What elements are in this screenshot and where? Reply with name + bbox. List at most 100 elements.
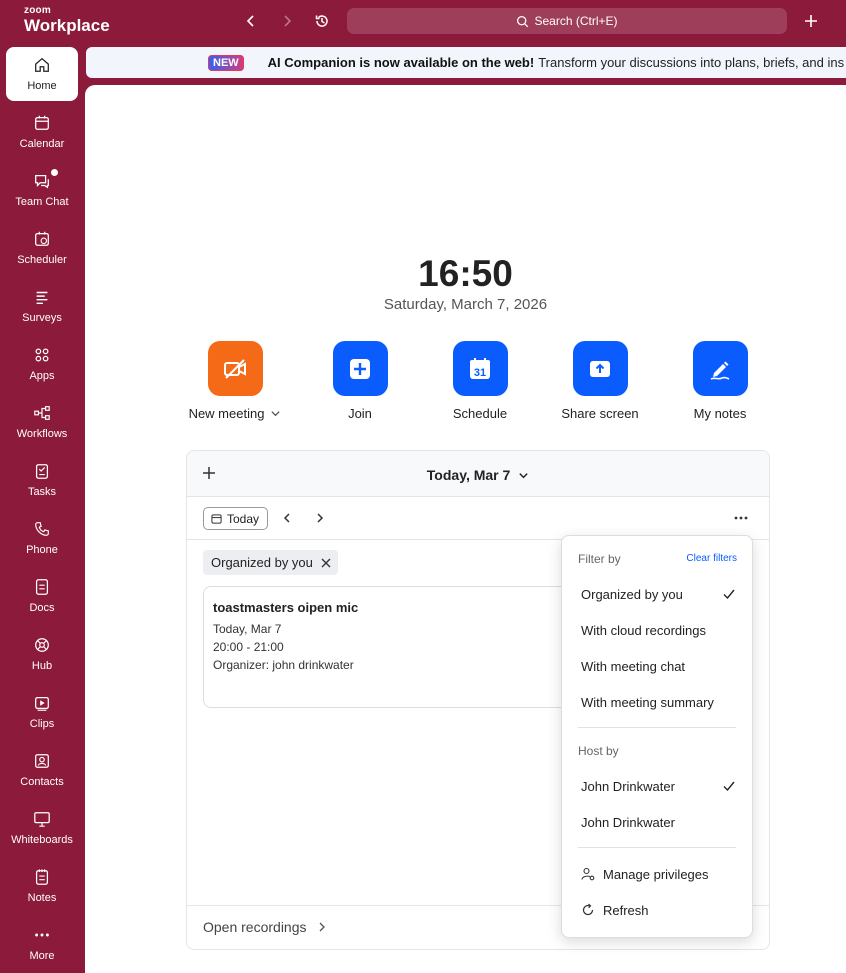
- sidebar-item-calendar[interactable]: Calendar: [6, 105, 78, 159]
- sidebar-item-notes[interactable]: Notes: [6, 859, 78, 913]
- search-bar[interactable]: Search (Ctrl+E): [347, 8, 787, 34]
- checkmark-icon: [723, 589, 735, 600]
- calendar-icon: [211, 514, 222, 524]
- sidebar-item-clips[interactable]: Clips: [6, 685, 78, 739]
- sidebar-item-hub[interactable]: Hub: [6, 627, 78, 681]
- banner-text: Transform your discussions into plans, b…: [538, 55, 845, 70]
- clear-filters-link[interactable]: Clear filters: [686, 553, 737, 564]
- workflows-icon: [34, 406, 50, 420]
- forward-button[interactable]: [277, 11, 297, 31]
- sidebar-item-whiteboards[interactable]: Whiteboards: [6, 801, 78, 855]
- host-item-label: John Drinkwater: [581, 778, 675, 794]
- plus-square-icon: [350, 358, 370, 379]
- hub-icon: [35, 638, 49, 652]
- new-tab-button[interactable]: [801, 11, 821, 31]
- chevron-down-icon[interactable]: [270, 408, 281, 419]
- join-label: Join: [348, 406, 372, 421]
- meeting-card[interactable]: toastmasters oipen mic Today, Mar 7 20:0…: [203, 586, 603, 708]
- calendar-date-icon: 31: [470, 357, 490, 379]
- today-button-label: Today: [227, 511, 260, 526]
- sidebar-item-label: Notes: [27, 892, 57, 904]
- new-meeting-button[interactable]: New meeting: [180, 341, 290, 421]
- sidebar-item-contacts[interactable]: Contacts: [6, 743, 78, 797]
- sidebar-item-label: Team Chat: [15, 196, 69, 208]
- sidebar-item-label: Docs: [29, 602, 55, 614]
- new-meeting-label: New meeting: [188, 406, 265, 421]
- notes-icon: [35, 869, 49, 885]
- filter-chip[interactable]: Organized by you: [203, 550, 338, 575]
- next-day-button[interactable]: [313, 511, 327, 525]
- host-by-heading: Host by: [578, 744, 619, 758]
- date-picker-title[interactable]: Today, Mar 7: [187, 467, 769, 483]
- open-recordings-link[interactable]: Open recordings: [203, 919, 327, 935]
- sidebar-item-workflows[interactable]: Workflows: [6, 395, 78, 449]
- top-bar: zoom Workplace Search (Ctrl+E): [0, 0, 846, 42]
- sidebar-item-scheduler[interactable]: Scheduler: [6, 221, 78, 275]
- chevron-right-icon: [284, 15, 292, 27]
- schedule-label: Schedule: [452, 406, 508, 421]
- schedule-button[interactable]: 31 Schedule: [425, 341, 535, 421]
- sidebar-item-label: More: [29, 950, 55, 962]
- announcement-banner[interactable]: NEW AI Companion is now available on the…: [86, 47, 846, 78]
- sidebar-item-tasks[interactable]: Tasks: [6, 453, 78, 507]
- share-screen-tile[interactable]: [572, 341, 628, 396]
- filter-organized-by-you[interactable]: Organized by you: [581, 585, 736, 603]
- schedule-tile[interactable]: 31: [452, 341, 508, 396]
- join-tile[interactable]: [332, 341, 388, 396]
- meeting-title: toastmasters oipen mic: [213, 600, 359, 615]
- filter-dropdown: Filter by Clear filters Organized by you…: [561, 535, 753, 938]
- date-title-label: Today, Mar 7: [426, 467, 511, 483]
- divider: [578, 727, 736, 728]
- tasks-icon: [35, 464, 49, 479]
- my-notes-button[interactable]: My notes: [665, 341, 775, 421]
- filter-by-heading: Filter by: [578, 552, 621, 566]
- chevron-left-icon: [246, 15, 254, 27]
- my-notes-label: My notes: [693, 406, 747, 421]
- filter-meeting-chat[interactable]: With meeting chat: [581, 657, 736, 675]
- sidebar-item-docs[interactable]: Docs: [6, 569, 78, 623]
- refresh-item[interactable]: Refresh: [581, 901, 649, 919]
- surveys-icon: [36, 291, 48, 305]
- sidebar-item-phone[interactable]: Phone: [6, 511, 78, 565]
- contacts-icon: [35, 754, 49, 768]
- more-options-icon[interactable]: [733, 511, 749, 525]
- sidebar-item-label: Contacts: [20, 776, 64, 788]
- join-button[interactable]: Join: [305, 341, 415, 421]
- back-button[interactable]: [241, 11, 261, 31]
- share-screen-button[interactable]: Share screen: [545, 341, 655, 421]
- host-option[interactable]: John Drinkwater: [581, 813, 736, 831]
- history-button[interactable]: [312, 11, 332, 31]
- refresh-icon: [582, 903, 594, 916]
- sidebar-item-more[interactable]: More: [6, 917, 78, 971]
- user-gear-icon: [581, 867, 595, 881]
- share-screen-icon: [590, 360, 610, 377]
- apps-icon: [35, 348, 49, 362]
- filter-item-label: Organized by you: [581, 586, 683, 602]
- share-screen-label: Share screen: [561, 406, 639, 421]
- sidebar-item-team-chat[interactable]: Team Chat: [6, 163, 78, 217]
- host-item-label: John Drinkwater: [581, 814, 675, 830]
- sidebar-item-label: Scheduler: [17, 254, 67, 266]
- my-notes-tile[interactable]: [692, 341, 748, 396]
- filter-meeting-summary[interactable]: With meeting summary: [581, 693, 736, 711]
- filter-cloud-recordings[interactable]: With cloud recordings: [581, 621, 736, 639]
- sidebar-item-label: Whiteboards: [11, 834, 73, 846]
- clock-time: 16:50: [418, 253, 513, 294]
- previous-day-button[interactable]: [280, 511, 294, 525]
- sidebar-item-surveys[interactable]: Surveys: [6, 279, 78, 333]
- new-badge: NEW: [208, 54, 244, 71]
- close-icon[interactable]: [321, 558, 331, 568]
- history-icon: [315, 15, 328, 27]
- sidebar-item-label: Clips: [29, 718, 55, 730]
- pen-icon: [710, 361, 730, 380]
- calendar-day-number: 31: [474, 367, 486, 379]
- video-off-icon: [224, 358, 246, 379]
- manage-privileges-item[interactable]: Manage privileges: [581, 865, 709, 883]
- sidebar-item-apps[interactable]: Apps: [6, 337, 78, 391]
- host-option[interactable]: John Drinkwater: [581, 777, 736, 795]
- sidebar-item-home[interactable]: Home: [6, 47, 78, 101]
- today-button[interactable]: Today: [203, 507, 269, 530]
- checkmark-icon: [723, 781, 735, 792]
- new-meeting-tile[interactable]: [207, 341, 263, 396]
- refresh-label: Refresh: [603, 902, 649, 918]
